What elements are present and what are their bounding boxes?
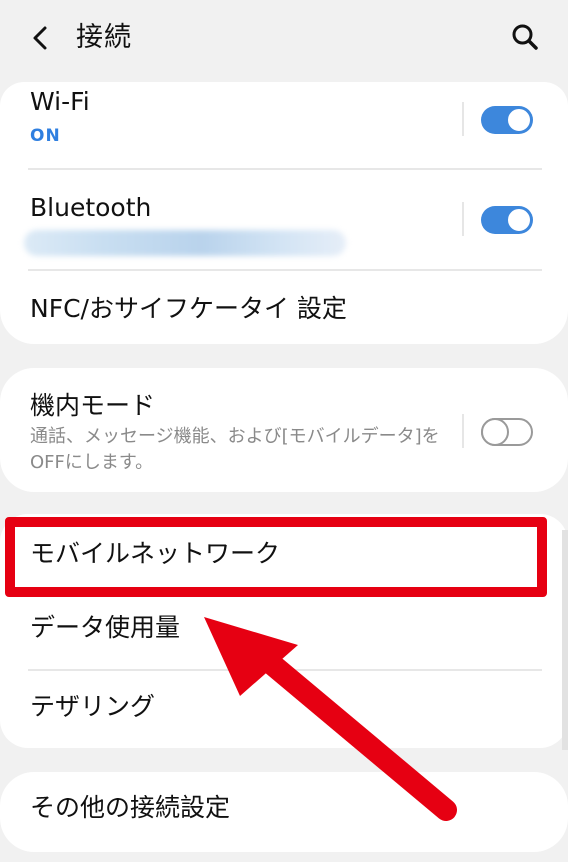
wifi-row[interactable]: Wi-Fi ON <box>0 82 568 168</box>
page-title: 接続 <box>76 22 132 53</box>
airplane-mode-row[interactable]: 機内モード 通話、メッセージ機能、および[モバイルデータ]をOFFにします。 <box>0 368 568 492</box>
tethering-title: テザリング <box>30 692 156 721</box>
toggle-knob <box>506 107 532 133</box>
nfc-row[interactable]: NFC/おサイフケータイ 設定 <box>0 271 568 344</box>
vertical-separator <box>462 414 464 448</box>
wifi-title: Wi-Fi <box>30 87 90 116</box>
toggle-knob <box>481 418 509 446</box>
tethering-row[interactable]: テザリング <box>0 671 568 748</box>
nfc-title: NFC/おサイフケータイ 設定 <box>30 294 347 323</box>
highlight-box <box>5 517 547 597</box>
connections-card-2: 機内モード 通話、メッセージ機能、および[モバイルデータ]をOFFにします。 <box>0 368 568 492</box>
bluetooth-title: Bluetooth <box>30 193 152 222</box>
connections-card-1: Wi-Fi ON Bluetooth NFC/おサイフケータイ 設定 <box>0 82 568 344</box>
data-usage-row[interactable]: データ使用量 <box>0 596 568 670</box>
connections-card-4: その他の接続設定 <box>0 772 568 852</box>
other-settings-title: その他の接続設定 <box>30 793 231 822</box>
search-icon[interactable] <box>510 22 540 52</box>
app-bar: 接続 <box>0 0 568 80</box>
edge-shadow <box>562 530 568 750</box>
bluetooth-toggle[interactable] <box>481 206 533 234</box>
wifi-status: ON <box>30 126 61 146</box>
airplane-mode-description: 通話、メッセージ機能、および[モバイルデータ]をOFFにします。 <box>30 426 440 473</box>
airplane-mode-toggle[interactable] <box>481 418 533 446</box>
bluetooth-row[interactable]: Bluetooth <box>0 170 568 268</box>
blurred-device-name <box>24 230 346 256</box>
back-arrow-icon[interactable] <box>28 24 52 52</box>
toggle-knob <box>506 207 532 233</box>
other-settings-row[interactable]: その他の接続設定 <box>0 772 568 852</box>
wifi-toggle[interactable] <box>481 106 533 134</box>
data-usage-title: データ使用量 <box>30 613 181 642</box>
vertical-separator <box>462 202 464 236</box>
airplane-mode-title: 機内モード <box>30 391 156 420</box>
vertical-separator <box>462 102 464 136</box>
